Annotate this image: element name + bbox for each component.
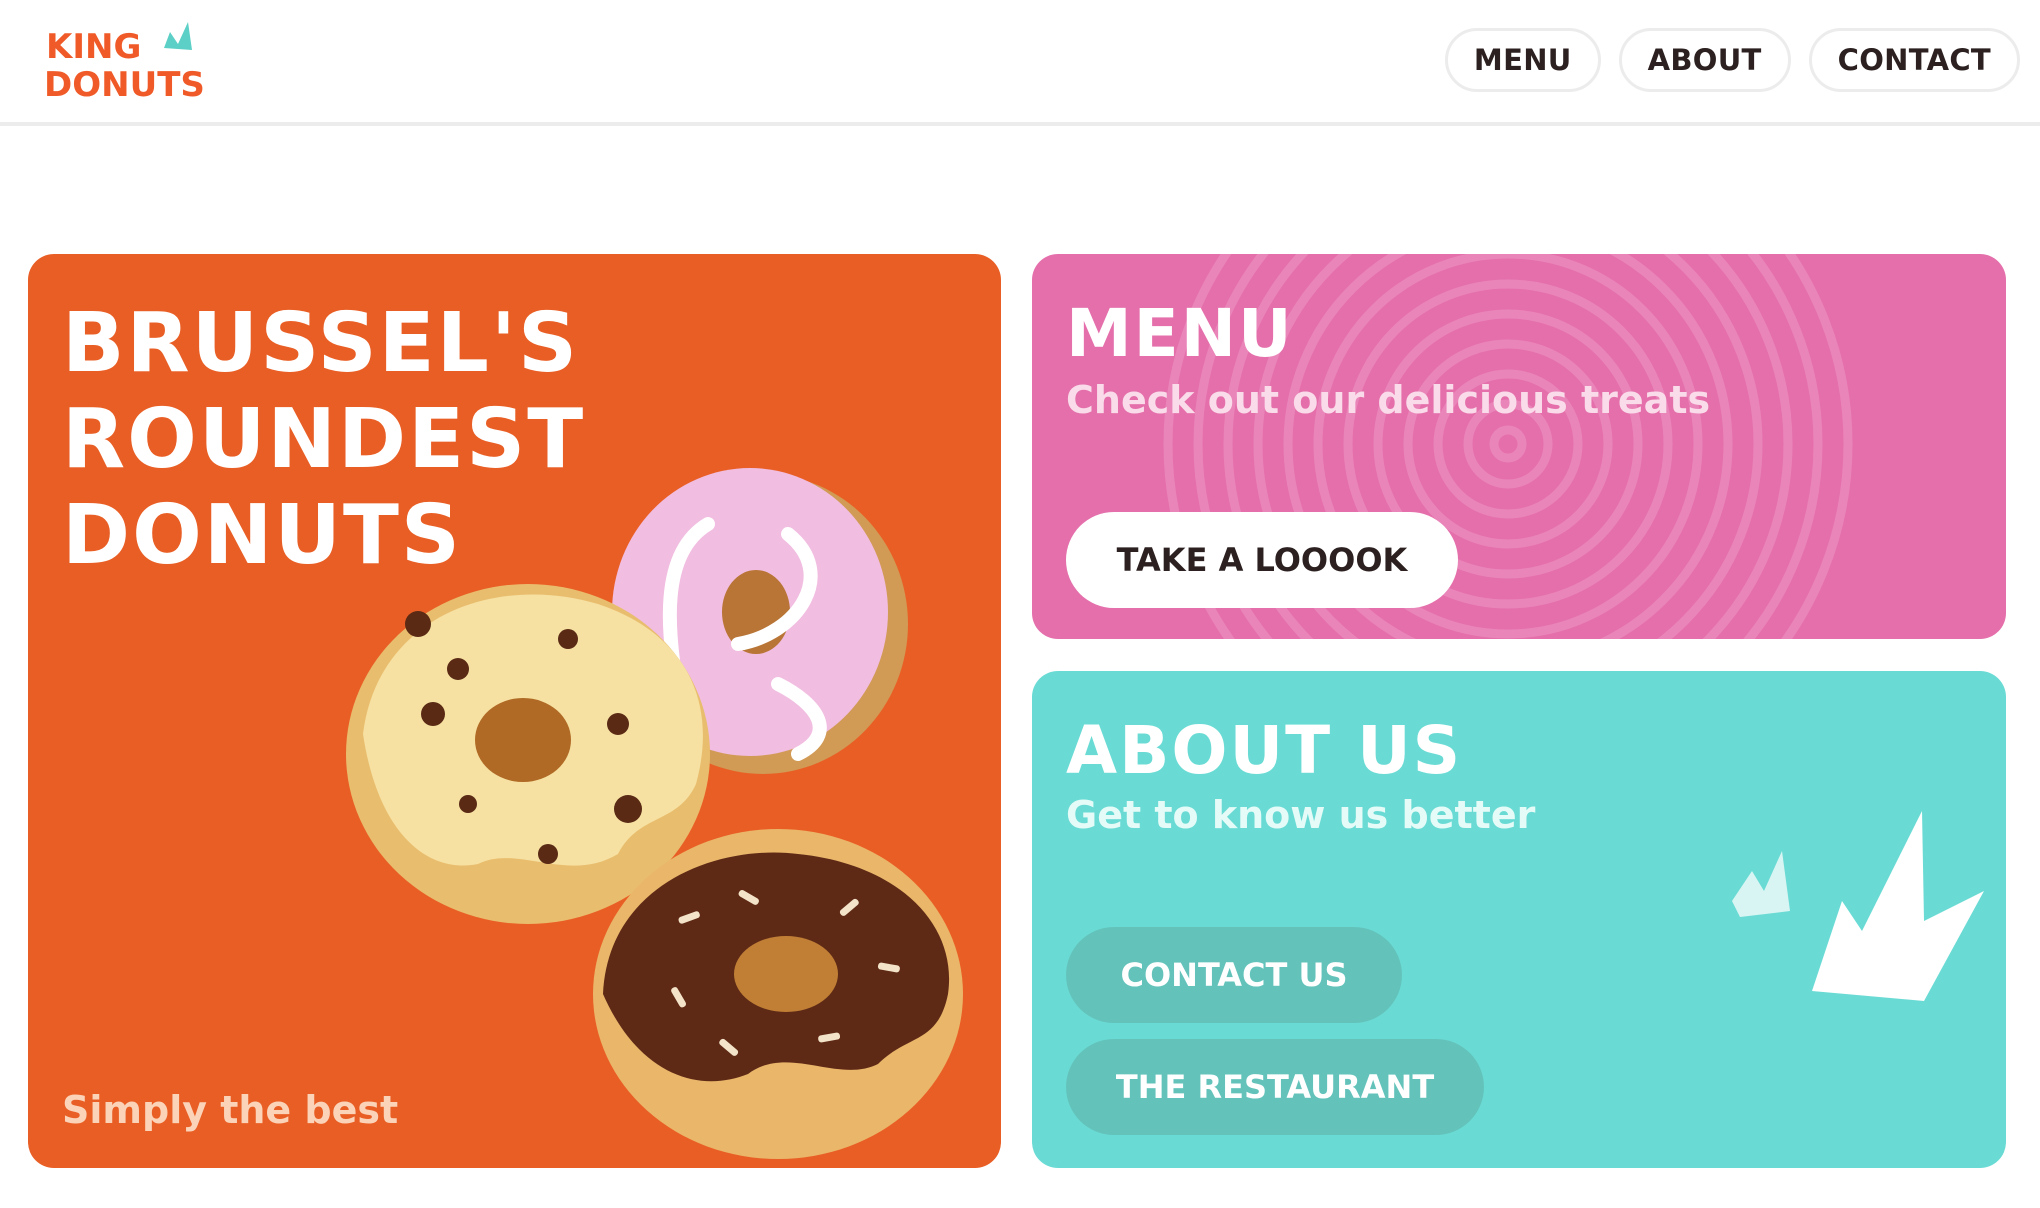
small-crown-icon: [1732, 851, 1790, 917]
donuts-illustration: [346, 468, 963, 1159]
hero-title-line-1: BRUSSEL'S: [62, 296, 580, 391]
logo-line-donuts: DONUTS: [44, 65, 205, 104]
logo[interactable]: KING DONUTS: [42, 20, 242, 105]
menu-card[interactable]: MENU Check out our delicious treats TAKE…: [1032, 254, 2006, 639]
site-header: KING DONUTS MENU ABOUT CONTACT: [0, 0, 2040, 126]
hero-card: BRUSSEL'S ROUNDEST DONUTS Simply the bes…: [28, 254, 1001, 1168]
chocolate-donut: [593, 829, 963, 1159]
nav-about-button[interactable]: ABOUT: [1618, 28, 1791, 92]
about-title: ABOUT US: [1066, 712, 1463, 789]
main-nav: MENU ABOUT CONTACT: [1444, 28, 2020, 92]
nav-contact-button[interactable]: CONTACT: [1808, 28, 2020, 92]
take-a-look-button[interactable]: TAKE A LOOOOK: [1066, 512, 1458, 608]
crown-icon: [1732, 811, 1984, 1001]
hero-tagline: Simply the best: [62, 1088, 399, 1132]
about-subtitle: Get to know us better: [1066, 793, 1536, 837]
large-crown-icon: [1812, 811, 1984, 1001]
logo-crown-icon: [164, 22, 192, 50]
about-card: ABOUT US Get to know us better CONTACT U…: [1032, 671, 2006, 1168]
menu-subtitle: Check out our delicious treats: [1066, 378, 1711, 422]
logo-line-king: KING: [46, 27, 141, 67]
contact-us-button[interactable]: CONTACT US: [1066, 927, 1402, 1023]
menu-title: MENU: [1066, 295, 1294, 372]
the-restaurant-button[interactable]: THE RESTAURANT: [1066, 1039, 1484, 1135]
nav-menu-button[interactable]: MENU: [1444, 28, 1601, 92]
logo-mark: KING DONUTS: [44, 22, 205, 105]
